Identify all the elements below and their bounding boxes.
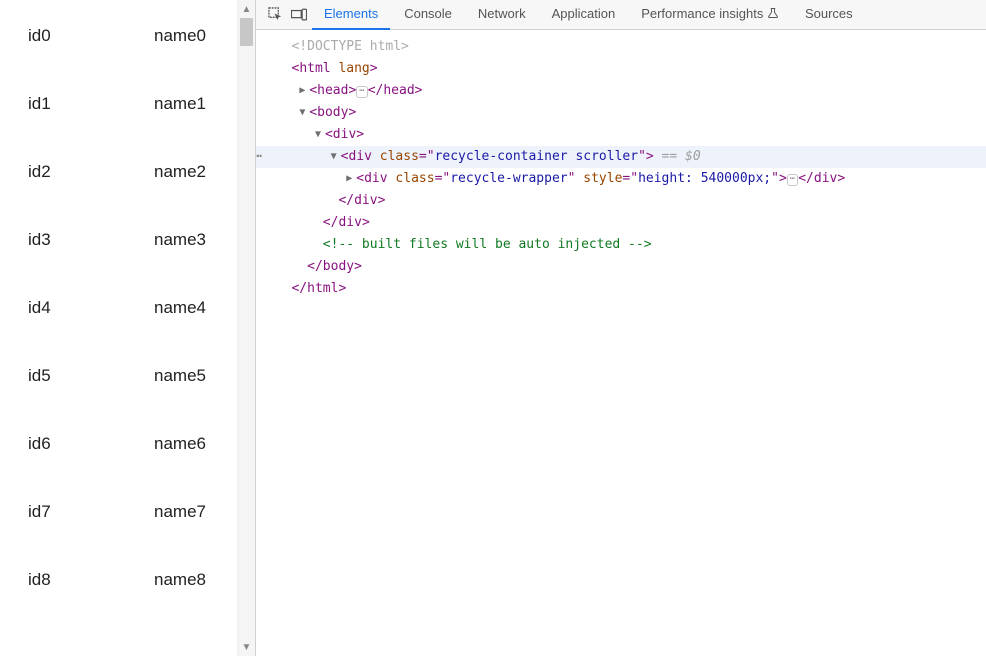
list-name: name1 — [154, 94, 206, 114]
scrollbar-thumb[interactable] — [240, 18, 253, 46]
scroll-down-arrow-icon[interactable]: ▼ — [238, 638, 255, 656]
list-item: id8 name8 — [28, 570, 237, 638]
devtools-panel: Elements Console Network Application Per… — [255, 0, 986, 656]
dom-line[interactable]: </html> — [256, 278, 986, 300]
expand-down-icon[interactable]: ▼ — [315, 124, 325, 146]
expand-right-icon[interactable]: ▶ — [299, 80, 309, 102]
list[interactable]: id0 name0 id1 name1 id2 name2 id3 name3 … — [0, 0, 237, 656]
tab-network[interactable]: Network — [466, 0, 538, 30]
devtools-toolbar: Elements Console Network Application Per… — [256, 0, 986, 30]
inspect-element-icon[interactable] — [264, 4, 286, 26]
list-item: id0 name0 — [28, 26, 237, 94]
dom-line[interactable]: ▼<body> — [256, 102, 986, 124]
list-id: id3 — [28, 230, 154, 250]
list-id: id8 — [28, 570, 154, 590]
dom-line[interactable]: <!DOCTYPE html> — [256, 36, 986, 58]
list-name: name5 — [154, 366, 206, 386]
expand-down-icon[interactable]: ▼ — [331, 146, 341, 168]
list-item: id3 name3 — [28, 230, 237, 298]
list-id: id4 — [28, 298, 154, 318]
list-id: id6 — [28, 434, 154, 454]
list-name: name8 — [154, 570, 206, 590]
list-id: id0 — [28, 26, 154, 46]
dom-line[interactable]: ▼<div> — [256, 124, 986, 146]
dom-line[interactable]: </div> — [256, 212, 986, 234]
list-item: id6 name6 — [28, 434, 237, 502]
expand-down-icon[interactable]: ▼ — [299, 102, 309, 124]
tab-elements[interactable]: Elements — [312, 0, 390, 30]
list-name: name2 — [154, 162, 206, 182]
dom-line[interactable]: </div> — [256, 190, 986, 212]
tab-console[interactable]: Console — [392, 0, 464, 30]
list-item: id5 name5 — [28, 366, 237, 434]
dom-line[interactable]: <!-- built files will be auto injected -… — [256, 234, 986, 256]
list-id: id1 — [28, 94, 154, 114]
tab-application[interactable]: Application — [540, 0, 628, 30]
tab-sources[interactable]: Sources — [793, 0, 865, 30]
list-item: id2 name2 — [28, 162, 237, 230]
ellipsis-icon[interactable]: ⋯ — [787, 174, 798, 186]
list-name: name4 — [154, 298, 206, 318]
scroll-up-arrow-icon[interactable]: ▲ — [238, 0, 255, 18]
list-id: id5 — [28, 366, 154, 386]
device-toolbar-icon[interactable] — [288, 4, 310, 26]
list-name: name6 — [154, 434, 206, 454]
list-id: id7 — [28, 502, 154, 522]
ellipsis-icon[interactable]: ⋯ — [356, 86, 367, 98]
dom-line[interactable]: </body> — [256, 256, 986, 278]
dom-line-selected[interactable]: ▼<div class="recycle-container scroller"… — [256, 146, 986, 168]
rendered-page: id0 name0 id1 name1 id2 name2 id3 name3 … — [0, 0, 255, 656]
dom-tree[interactable]: <!DOCTYPE html> <html lang> ▶<head>⋯</he… — [256, 30, 986, 656]
vertical-scrollbar[interactable]: ▲ ▼ — [237, 0, 255, 656]
list-item: id4 name4 — [28, 298, 237, 366]
list-name: name7 — [154, 502, 206, 522]
dom-line[interactable]: <html lang> — [256, 58, 986, 80]
list-item: id7 name7 — [28, 502, 237, 570]
list-name: name0 — [154, 26, 206, 46]
dom-line[interactable]: ▶<head>⋯</head> — [256, 80, 986, 102]
tab-performance-insights[interactable]: Performance insights — [629, 0, 791, 30]
list-name: name3 — [154, 230, 206, 250]
list-item: id1 name1 — [28, 94, 237, 162]
list-id: id2 — [28, 162, 154, 182]
expand-right-icon[interactable]: ▶ — [346, 168, 356, 190]
dom-line[interactable]: ▶<div class="recycle-wrapper" style="hei… — [256, 168, 986, 190]
